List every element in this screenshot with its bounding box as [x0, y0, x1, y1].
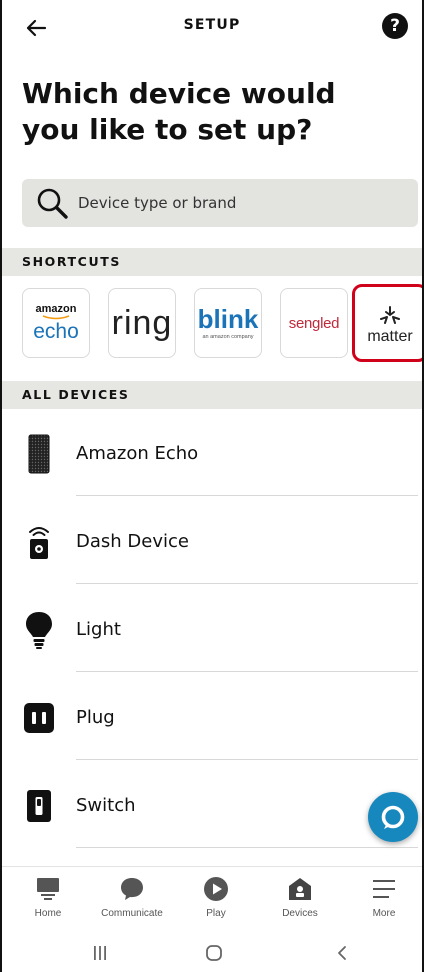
- home-circle-icon: [206, 945, 222, 961]
- help-button[interactable]: ?: [382, 13, 408, 39]
- search-input[interactable]: [76, 193, 380, 213]
- back-system-button[interactable]: [322, 940, 362, 966]
- light-switch-icon: [22, 762, 56, 849]
- devices-icon: [286, 875, 314, 903]
- bottom-navigation: Home Communicate Play Devices More: [2, 866, 422, 933]
- list-divider: [76, 759, 418, 760]
- nav-play[interactable]: Play: [174, 875, 258, 931]
- nav-label: Play: [206, 908, 226, 919]
- sengled-logo: sengled: [288, 314, 340, 332]
- nav-communicate[interactable]: Communicate: [90, 875, 174, 931]
- shortcut-ring[interactable]: ring: [108, 288, 176, 358]
- device-label: Light: [76, 619, 121, 640]
- shortcut-matter[interactable]: matter: [352, 284, 422, 362]
- top-app-bar: SETUP ?: [2, 0, 422, 56]
- app-screen: SETUP ? Which device would you like to s…: [2, 0, 422, 972]
- dash-button-icon: [22, 498, 56, 585]
- list-divider: [76, 495, 418, 496]
- matter-logo-text: matter: [367, 328, 413, 345]
- list-divider: [76, 847, 418, 848]
- chat-bubble-icon: [118, 875, 146, 903]
- search-icon: [34, 185, 70, 221]
- search-bar[interactable]: [22, 179, 418, 227]
- nav-home[interactable]: Home: [6, 875, 90, 931]
- recent-apps-button[interactable]: [80, 940, 120, 966]
- blink-logo: blink: [197, 304, 259, 334]
- nav-label: Devices: [282, 908, 318, 919]
- play-icon: [202, 875, 230, 903]
- blink-logo-subtitle: an amazon company: [202, 334, 254, 340]
- nav-more[interactable]: More: [342, 875, 422, 931]
- amazon-echo-logo-line1: amazon: [35, 303, 77, 315]
- header-title: SETUP: [183, 17, 241, 33]
- device-item-dash-device[interactable]: Dash Device: [2, 498, 422, 585]
- nav-label: More: [372, 908, 396, 919]
- matter-logo-icon: [380, 306, 400, 324]
- shortcut-sengled[interactable]: sengled: [280, 288, 348, 358]
- all-devices-section-header: ALL DEVICES: [2, 381, 422, 409]
- help-icon: ?: [390, 16, 400, 36]
- device-label: Switch: [76, 795, 136, 816]
- device-label: Dash Device: [76, 531, 189, 552]
- device-label: Amazon Echo: [76, 443, 199, 464]
- echo-speaker-icon: [22, 410, 56, 497]
- chevron-left-icon: [338, 946, 346, 960]
- home-icon: [34, 875, 62, 903]
- home-system-button[interactable]: [194, 940, 234, 966]
- list-divider: [76, 671, 418, 672]
- nav-label: Home: [34, 908, 62, 919]
- shortcuts-row[interactable]: amazon echo ring blink an amazon company…: [2, 278, 422, 374]
- recent-apps-icon: [94, 946, 106, 960]
- amazon-echo-logo-line2: echo: [33, 320, 79, 343]
- system-navigation-bar: [2, 932, 422, 972]
- list-divider: [76, 583, 418, 584]
- menu-icon: [370, 875, 398, 903]
- page-title: Which device would you like to set up?: [22, 77, 336, 146]
- device-item-plug[interactable]: Plug: [2, 674, 422, 761]
- nav-devices[interactable]: Devices: [258, 875, 342, 931]
- alexa-icon: [381, 805, 405, 829]
- nav-label: Communicate: [101, 908, 163, 919]
- shortcuts-section-header: SHORTCUTS: [2, 248, 422, 276]
- shortcut-amazon-echo[interactable]: amazon echo: [22, 288, 90, 358]
- device-label: Plug: [76, 707, 115, 728]
- device-item-amazon-echo[interactable]: Amazon Echo: [2, 410, 422, 497]
- ring-logo: ring: [111, 304, 173, 342]
- smart-plug-icon: [22, 674, 56, 761]
- shortcut-blink[interactable]: blink an amazon company: [194, 288, 262, 358]
- light-bulb-icon: [22, 586, 56, 673]
- device-item-switch[interactable]: Switch: [2, 762, 422, 849]
- alexa-button[interactable]: [368, 792, 418, 842]
- device-item-light[interactable]: Light: [2, 586, 422, 673]
